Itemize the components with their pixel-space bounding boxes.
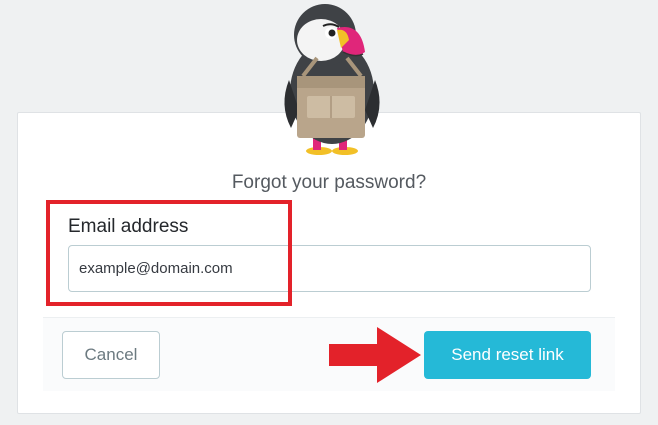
arrow-right-icon (329, 327, 421, 383)
cancel-button[interactable]: Cancel (62, 331, 160, 379)
page-title: Forgot your password? (231, 172, 427, 193)
send-reset-link-button[interactable]: Send reset link (424, 331, 591, 379)
prestashop-puffin-logo (284, 4, 380, 155)
annotation-highlight-box (46, 200, 292, 306)
